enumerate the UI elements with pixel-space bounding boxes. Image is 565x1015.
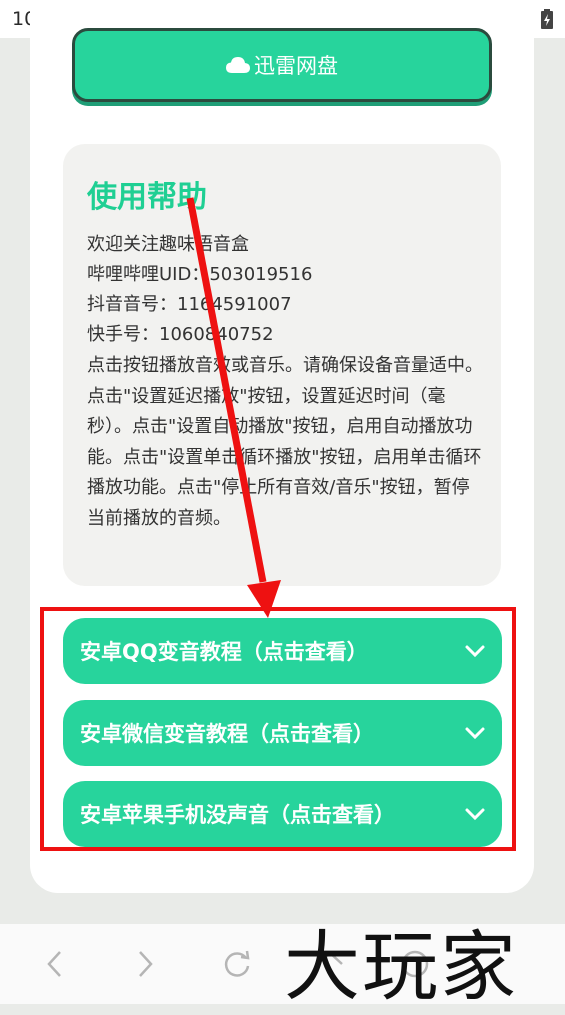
annotation-arrow-icon [186,197,281,618]
watermark-logo: 大玩家 [284,922,518,1011]
back-icon[interactable] [44,949,66,979]
forward-icon[interactable] [134,949,156,979]
reload-icon[interactable] [222,949,252,979]
